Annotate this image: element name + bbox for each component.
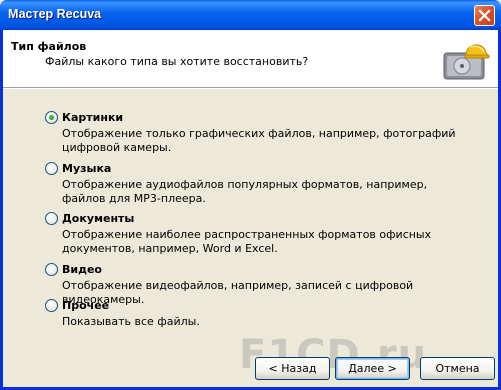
option-label[interactable]: Видео (62, 263, 102, 276)
recuva-wizard-window: Мастер Recuva Тип файлов Файлы какого ти… (0, 0, 501, 390)
option-description: Отображение видеофайлов, например, запис… (62, 279, 414, 306)
wizard-header: Тип файлов Файлы какого типа вы хотите в… (3, 30, 498, 88)
window-title: Мастер Recuva (8, 7, 102, 21)
radio-video[interactable] (45, 263, 58, 276)
back-button[interactable]: < Назад (255, 357, 330, 380)
header-divider (3, 88, 498, 89)
radio-other[interactable] (45, 299, 58, 312)
option-description: Отображение только графических файлов, н… (62, 127, 456, 154)
option-description: Отображение наиболее распространенных фо… (62, 228, 432, 255)
radio-pictures[interactable] (45, 111, 58, 124)
option-label[interactable]: Музыка (62, 162, 111, 175)
option-label[interactable]: Картинки (62, 111, 123, 124)
radio-music[interactable] (45, 162, 58, 175)
next-button[interactable]: Далее > (335, 357, 410, 380)
page-title: Тип файлов (11, 40, 87, 53)
close-button[interactable] (474, 5, 495, 26)
radio-selected-dot (49, 115, 54, 120)
close-icon (478, 9, 491, 22)
wizard-client-area: Тип файлов Файлы какого типа вы хотите в… (3, 30, 498, 387)
cancel-button[interactable]: Отмена (420, 357, 495, 380)
option-description: Отображение аудиофайлов популярных форма… (62, 178, 428, 205)
recuva-hdd-helmet-icon (443, 44, 490, 80)
radio-documents[interactable] (45, 212, 58, 225)
option-description: Показывать все файлы. (62, 315, 200, 328)
title-bar[interactable]: Мастер Recuva (0, 0, 501, 30)
option-label[interactable]: Прочее (62, 299, 109, 312)
page-subtitle: Файлы какого типа вы хотите восстановить… (45, 55, 309, 68)
option-label[interactable]: Документы (62, 212, 134, 225)
